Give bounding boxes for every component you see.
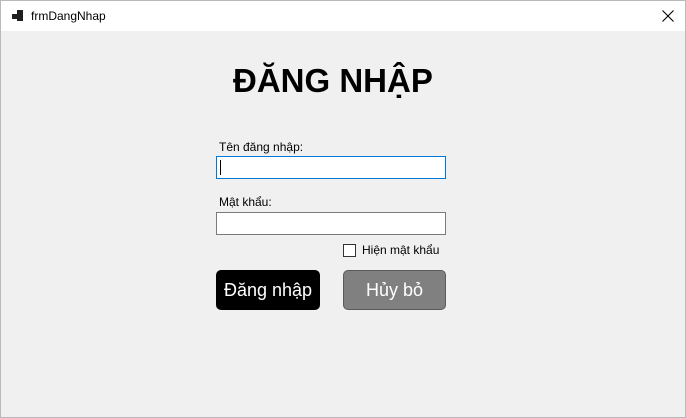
window-title: frmDangNhap bbox=[31, 9, 106, 23]
username-input[interactable] bbox=[216, 156, 446, 179]
cancel-button[interactable]: Hủy bỏ bbox=[343, 270, 446, 310]
show-password-label: Hiện mật khẩu bbox=[362, 243, 440, 257]
login-window: frmDangNhap ĐĂNG NHẬP Tên đăng nhập: Mật… bbox=[0, 0, 686, 418]
close-icon bbox=[662, 10, 674, 22]
show-password-checkbox[interactable] bbox=[343, 243, 356, 257]
password-input[interactable] bbox=[216, 212, 446, 235]
page-title: ĐĂNG NHẬP bbox=[233, 62, 433, 99]
title-bar[interactable]: frmDangNhap bbox=[1, 1, 685, 31]
form-icon bbox=[12, 10, 24, 22]
username-label: Tên đăng nhập: bbox=[219, 140, 304, 154]
close-button[interactable] bbox=[651, 1, 685, 31]
password-label: Mật khẩu: bbox=[219, 195, 272, 209]
login-button[interactable]: Đăng nhập bbox=[216, 270, 320, 310]
show-password-toggle[interactable]: Hiện mật khẩu bbox=[343, 243, 439, 257]
text-caret bbox=[220, 160, 221, 175]
